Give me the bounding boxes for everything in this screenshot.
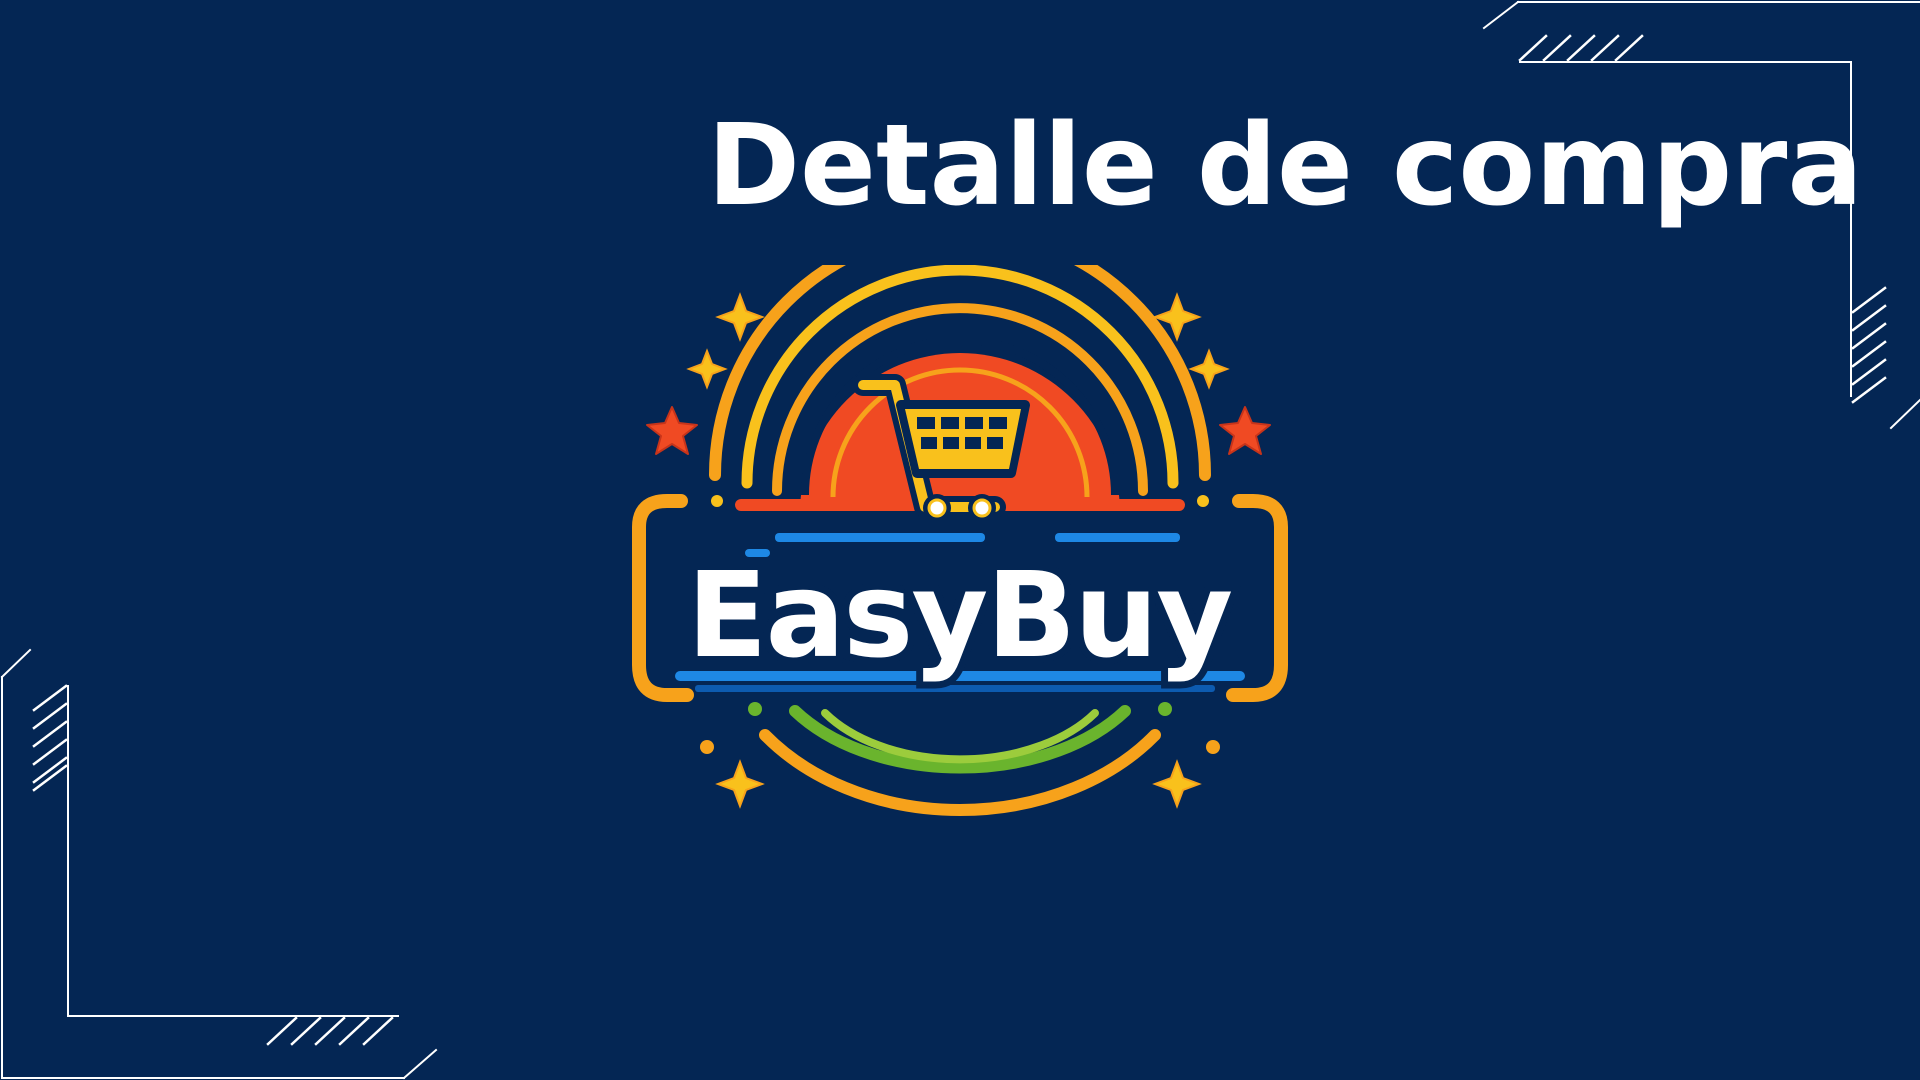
easybuy-logo: EasyBuy — [632, 265, 1288, 816]
slide-title: Detalle de compra — [707, 101, 1863, 231]
bottom-left-frame — [0, 648, 438, 1080]
logo-wordmark: EasyBuy — [687, 546, 1231, 684]
slide: Detalle de compra EasyBuy — [0, 0, 1920, 1080]
